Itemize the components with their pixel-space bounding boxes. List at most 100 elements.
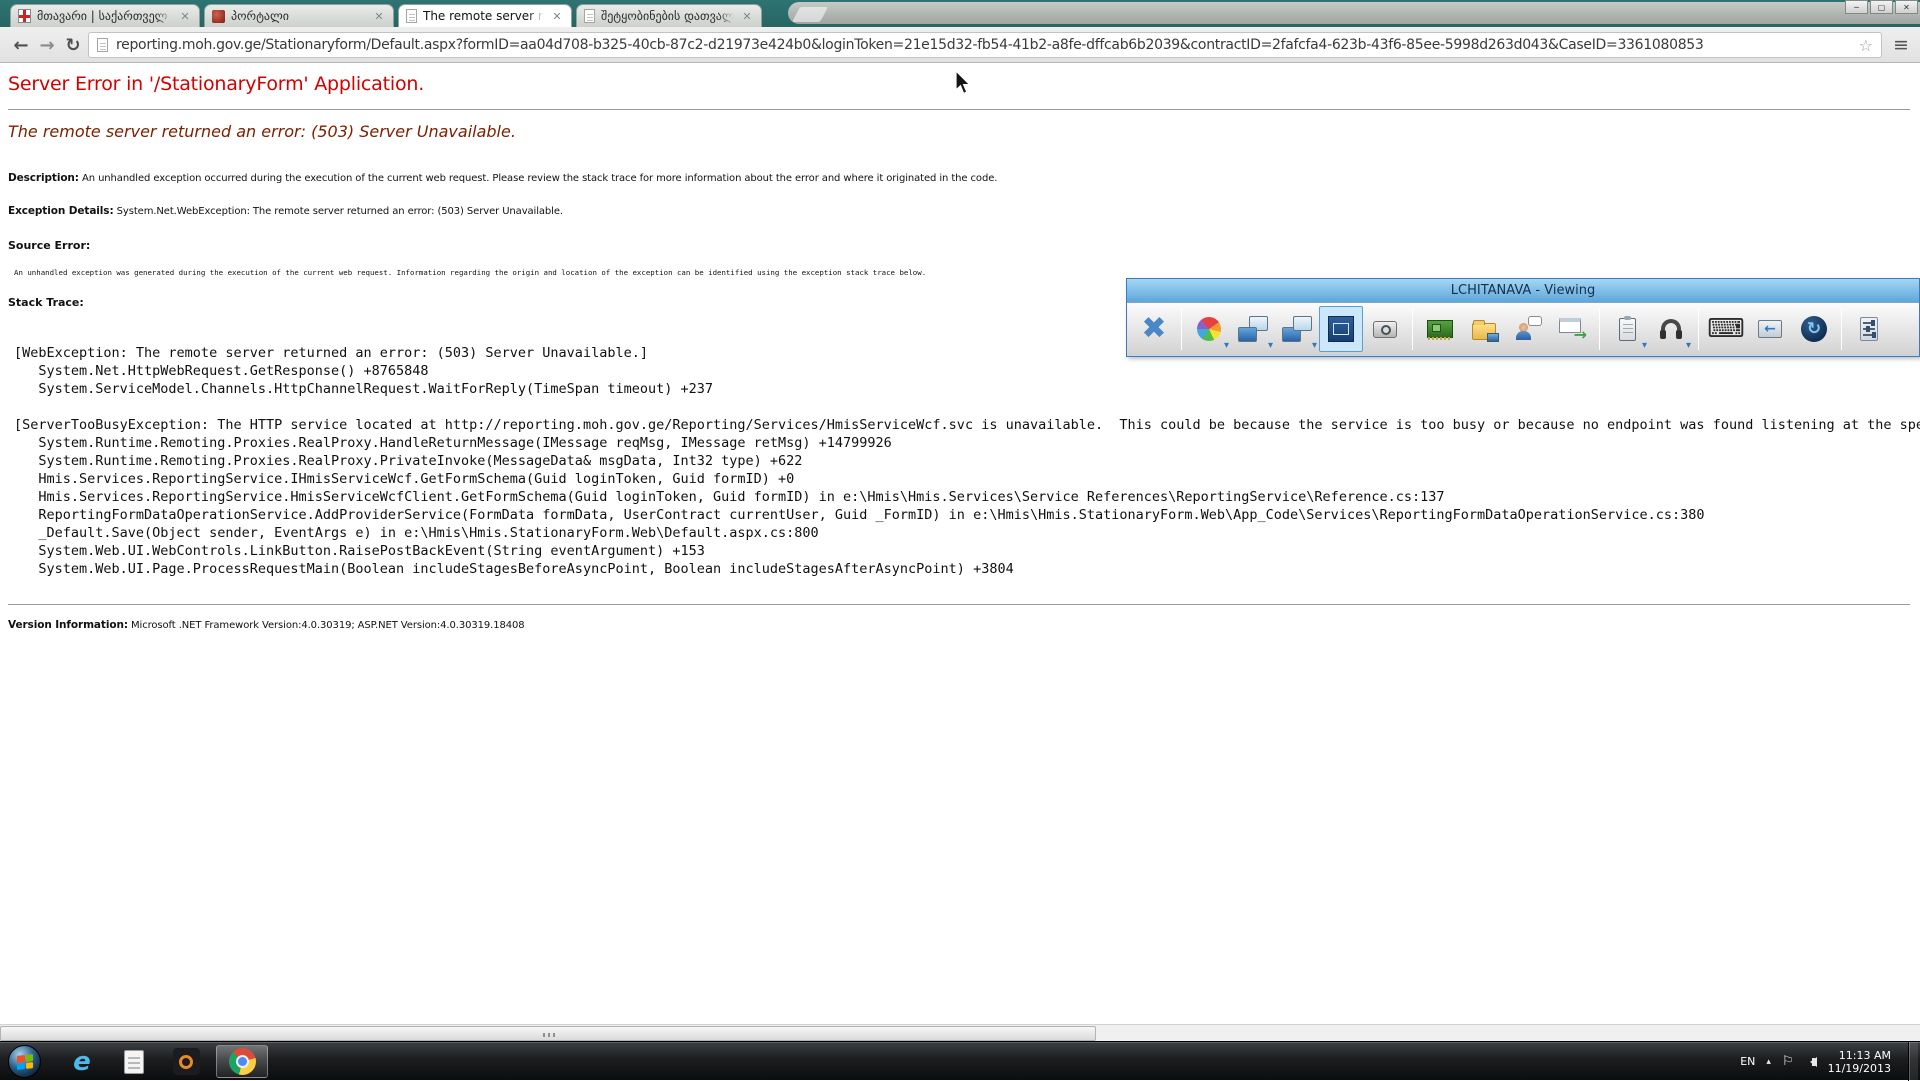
screenshot-button[interactable] bbox=[1363, 306, 1407, 352]
dual-monitors-icon bbox=[1238, 316, 1268, 342]
tab-home[interactable]: მთავარი | საქართველ ✕ bbox=[10, 4, 200, 27]
disconnect-button[interactable]: ✖ bbox=[1132, 306, 1176, 352]
file-transfer-button[interactable] bbox=[1462, 306, 1506, 352]
maximize-button[interactable]: ▢ bbox=[1870, 0, 1893, 14]
send-keys-button[interactable]: ⌨ bbox=[1704, 306, 1748, 352]
start-button[interactable] bbox=[8, 1045, 41, 1078]
page-icon bbox=[97, 38, 108, 52]
version-label: Version Information: bbox=[8, 619, 128, 631]
fit-screen-button[interactable] bbox=[1319, 306, 1363, 352]
tab-title: The remote server returne bbox=[423, 9, 544, 23]
show-desktop-button[interactable] bbox=[1908, 1042, 1918, 1081]
tab-close-icon[interactable]: ✕ bbox=[550, 10, 564, 23]
windows-logo-icon bbox=[17, 1054, 33, 1070]
browser-toolbar: ← → ↻ reporting.moh.gov.ge/Stationaryfor… bbox=[0, 27, 1920, 63]
close-window-button[interactable]: ✕ bbox=[1895, 0, 1918, 14]
chrome-menu-icon[interactable]: ≡ bbox=[1888, 34, 1914, 56]
exception-label: Exception Details: bbox=[8, 205, 114, 217]
page-favicon bbox=[406, 9, 417, 23]
chrome-icon bbox=[229, 1048, 256, 1075]
send-window-button[interactable]: → bbox=[1550, 306, 1594, 352]
keyboard-icon: ⌨ bbox=[1707, 316, 1745, 342]
stack-trace: [WebException: The remote server returne… bbox=[8, 344, 1920, 584]
taskbar-items: e bbox=[60, 1042, 268, 1081]
taskbar-item-chrome-active[interactable] bbox=[216, 1045, 268, 1078]
toolbar-separator bbox=[1599, 308, 1600, 350]
close-x-icon: ✖ bbox=[1141, 314, 1166, 344]
chat-user-icon bbox=[1514, 316, 1542, 342]
url-text[interactable]: reporting.moh.gov.ge/Stationaryform/Defa… bbox=[116, 37, 1851, 53]
bookmark-star-icon[interactable]: ☆ bbox=[1859, 36, 1873, 55]
exception-line: Exception Details: System.Net.WebExcepti… bbox=[8, 205, 563, 217]
refresh-icon: ↻ bbox=[1801, 316, 1827, 342]
viewer-title-bar[interactable]: LCHITANAVA - Viewing bbox=[1127, 279, 1919, 302]
tab-notifications[interactable]: შეტყობინების დათვალ ✕ bbox=[576, 4, 762, 27]
dropdown-arrow-icon: ▾ bbox=[1642, 341, 1647, 351]
taskbar-item-media-app[interactable] bbox=[164, 1045, 208, 1078]
stack-trace-label: Stack Trace: bbox=[8, 296, 84, 309]
tab-portal[interactable]: პორტალი ✕ bbox=[204, 4, 394, 27]
divider bbox=[8, 604, 1910, 605]
orange-ring-icon bbox=[173, 1048, 200, 1075]
dropdown-arrow-icon: ▾ bbox=[1268, 341, 1273, 351]
tab-title: შეტყობინების დათვალ bbox=[601, 9, 734, 23]
refresh-button[interactable]: ↻ bbox=[1792, 306, 1836, 352]
viewer-toolbar: ✖ ▾ ▾ ▾ bbox=[1127, 302, 1919, 355]
horizontal-scrollbar[interactable] bbox=[0, 1024, 1920, 1041]
tab-close-icon[interactable]: ✕ bbox=[178, 10, 192, 23]
page-favicon bbox=[584, 9, 595, 23]
dropdown-arrow-icon: ▾ bbox=[1686, 341, 1691, 351]
tray-clock[interactable]: 11:13 AM 11/19/2013 bbox=[1828, 1049, 1897, 1075]
exception-text: System.Net.WebException: The remote serv… bbox=[117, 206, 563, 217]
language-indicator[interactable]: EN bbox=[1740, 1055, 1755, 1068]
chat-button[interactable] bbox=[1506, 306, 1550, 352]
tray-date: 11/19/2013 bbox=[1828, 1062, 1891, 1075]
toolbar-separator bbox=[1181, 308, 1182, 350]
remote-viewer-window[interactable]: LCHITANAVA - Viewing ✖ ▾ ▾ ▾ bbox=[1126, 278, 1920, 357]
audio-button[interactable]: ▾ bbox=[1649, 306, 1693, 352]
internet-explorer-icon: e bbox=[73, 1049, 91, 1075]
display-adapter-button[interactable] bbox=[1418, 306, 1462, 352]
system-tray: EN ▴ ⚐ 11:13 AM 11/19/2013 bbox=[1740, 1042, 1920, 1081]
action-center-flag-icon[interactable]: ⚐ bbox=[1782, 1054, 1794, 1069]
document-icon bbox=[124, 1050, 144, 1074]
taskbar: e EN ▴ ⚐ 11:13 AM 11/19/2013 bbox=[0, 1041, 1920, 1080]
hidden-icons-icon[interactable]: ▴ bbox=[1766, 1057, 1771, 1067]
folder-transfer-icon bbox=[1472, 323, 1496, 340]
back-icon[interactable]: ← bbox=[8, 32, 34, 58]
toolbar-separator bbox=[1698, 308, 1699, 350]
clipboard-button[interactable]: ▾ bbox=[1605, 306, 1649, 352]
monitor-toggle-button[interactable]: ▾ bbox=[1275, 306, 1319, 352]
send-back-button[interactable]: ← bbox=[1748, 306, 1792, 352]
settings-button[interactable] bbox=[1847, 306, 1891, 352]
window-frame-bar bbox=[788, 2, 1920, 24]
tab-title: პორტალი bbox=[231, 9, 366, 23]
mouse-cursor bbox=[955, 70, 973, 100]
tab-close-icon[interactable]: ✕ bbox=[372, 10, 386, 23]
taskbar-item-document[interactable] bbox=[112, 1045, 156, 1078]
tab-close-icon[interactable]: ✕ bbox=[740, 10, 754, 23]
fit-screen-icon bbox=[1328, 316, 1354, 342]
volume-icon[interactable] bbox=[1805, 1057, 1817, 1067]
scrollbar-thumb[interactable] bbox=[0, 1026, 1096, 1041]
error-page: Server Error in '/StationaryForm' Applic… bbox=[0, 63, 1920, 1024]
scrollbar-grip bbox=[543, 1033, 557, 1037]
version-line: Version Information: Microsoft .NET Fram… bbox=[8, 619, 525, 631]
description-label: Description: bbox=[8, 172, 79, 184]
source-error-text: An unhandled exception was generated dur… bbox=[14, 268, 926, 277]
dropdown-arrow-icon: ▾ bbox=[1312, 341, 1317, 351]
georgia-crest-favicon bbox=[18, 9, 31, 23]
taskbar-item-internet-explorer[interactable]: e bbox=[60, 1045, 104, 1078]
forward-window-icon: → bbox=[1559, 318, 1585, 340]
headphones-icon bbox=[1660, 319, 1682, 339]
color-quality-button[interactable]: ▾ bbox=[1187, 306, 1231, 352]
description-text: An unhandled exception occurred during t… bbox=[82, 173, 997, 184]
version-text: Microsoft .NET Framework Version:4.0.303… bbox=[131, 620, 525, 631]
monitor-select-button[interactable]: ▾ bbox=[1231, 306, 1275, 352]
browser-tab-strip: მთავარი | საქართველ ✕ პორტალი ✕ The remo… bbox=[0, 0, 1920, 27]
forward-icon[interactable]: → bbox=[34, 32, 60, 58]
address-bar[interactable]: reporting.moh.gov.ge/Stationaryform/Defa… bbox=[88, 32, 1882, 58]
reload-icon[interactable]: ↻ bbox=[60, 32, 86, 58]
tab-error-page-active[interactable]: The remote server returne ✕ bbox=[398, 4, 572, 27]
minimize-button[interactable]: ─ bbox=[1845, 0, 1868, 14]
